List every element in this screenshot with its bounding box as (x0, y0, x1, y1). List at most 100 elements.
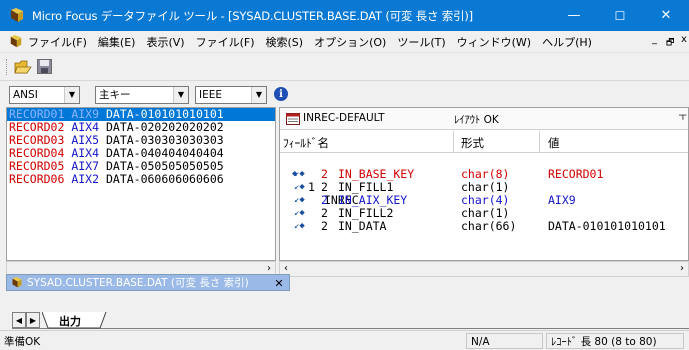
record-data: DATA-010101010101 (105, 107, 224, 121)
record-name: RECORD05 (9, 159, 65, 173)
mdi-restore-button[interactable]: 🗗 (666, 35, 674, 51)
app-icon (11, 7, 23, 22)
record-name: RECORD03 (9, 133, 65, 147)
col-field-name[interactable]: ﾌｨｰﾙﾄﾞ名 (283, 135, 329, 151)
scroll-right-icon[interactable]: › (680, 263, 684, 274)
status-ready: 準備OK (4, 336, 41, 348)
col-value[interactable]: 値 (548, 135, 560, 151)
tab-scroll-left-button[interactable]: ◀ (12, 312, 26, 328)
output-tab-strip: ◀ ▶ 出力 (12, 312, 689, 329)
record-row[interactable]: RECORD06 AIX2 DATA-060606060606 (7, 173, 275, 186)
menu-tools[interactable]: ツール(T) (397, 34, 445, 50)
menu-bar: ファイル(F) 編集(E) 表示(V) ファイル(F) 検索(S) オプション(… (0, 31, 689, 53)
float-format-select[interactable]: IEEE ▼ (195, 86, 267, 104)
document-close-button[interactable]: ✕ (272, 276, 286, 290)
field-node-icon: ↙◆ (294, 195, 305, 205)
layout-header: INREC-DEFAULT ﾚｲｱｳﾄ OK ⫟ (280, 108, 688, 130)
chevron-down-icon[interactable]: ▼ (64, 87, 79, 103)
maximize-icon: ☐ (614, 8, 626, 23)
field-node-icon: ↙◆ (294, 221, 305, 231)
field-node-icon: ↙◆ (294, 208, 305, 218)
menu-edit[interactable]: 編集(E) (98, 34, 136, 50)
key-value: 主キー (99, 89, 131, 101)
layout-status: ﾚｲｱｳﾄ OK (454, 114, 499, 126)
record-list[interactable]: RECORD01 AIX9 DATA-010101010101 RECORD02 … (6, 107, 276, 261)
status-record-length-text: ﾚｺｰﾄﾞ 長 80 (8 to 80) (551, 336, 657, 348)
field-level: 2 (321, 219, 328, 233)
record-name: RECORD06 (9, 172, 65, 186)
record-aix: AIX4 (71, 146, 100, 160)
field-value[interactable]: AIX9 (548, 194, 576, 207)
tab-output[interactable]: 出力 (59, 313, 81, 329)
layout-panel: INREC-DEFAULT ﾚｲｱｳﾄ OK ⫟ ﾌｨｰﾙﾄﾞ名 形式 値 ◆ … (279, 107, 689, 261)
mdi-minimize-button[interactable]: _ (652, 34, 657, 45)
splitter-handle[interactable]: ⫟ (679, 108, 687, 124)
record-aix: AIX2 (71, 172, 100, 186)
record-data: DATA-040404040404 (105, 146, 224, 160)
document-tab-label: SYSAD.CLUSTER.BASE.DAT (可変 長さ 索引) (27, 277, 249, 289)
record-name: RECORD04 (9, 146, 65, 160)
charset-value: ANSI (13, 89, 38, 101)
mdi-close-button[interactable]: x (681, 34, 687, 45)
record-aix: AIX7 (71, 159, 100, 173)
minimize-icon: — (567, 8, 581, 23)
chevron-down-icon[interactable]: ▼ (251, 87, 266, 103)
status-record-length: ﾚｺｰﾄﾞ 長 80 (8 to 80) (546, 333, 684, 349)
menu-view[interactable]: 表示(V) (146, 34, 184, 50)
status-bar: 準備OK N/A ﾚｺｰﾄﾞ 長 80 (8 to 80) (0, 330, 689, 350)
record-name: RECORD01 (9, 107, 65, 121)
layout-icon (286, 113, 300, 125)
scroll-left-icon[interactable]: ‹ (284, 263, 288, 274)
record-aix: AIX9 (71, 107, 100, 121)
layout-hscrollbar[interactable]: ‹ › (279, 261, 689, 277)
chevron-down-icon[interactable]: ▼ (173, 87, 188, 103)
record-name: RECORD02 (9, 120, 65, 134)
document-icon (12, 276, 22, 287)
mdi-doc-icon[interactable] (9, 34, 23, 49)
field-value[interactable]: RECORD01 (548, 168, 603, 181)
menu-search[interactable]: 検索(S) (266, 34, 304, 50)
col-format[interactable]: 形式 (461, 135, 484, 151)
menu-help[interactable]: ヘルプ(H) (542, 34, 592, 50)
field-name: IN_DATA (338, 219, 387, 233)
open-folder-icon[interactable] (14, 59, 32, 75)
close-icon: ✕ (660, 8, 672, 23)
menu-file[interactable]: ファイル(F) (28, 34, 87, 50)
close-button[interactable]: ✕ (643, 0, 689, 31)
layout-name: INREC-DEFAULT (303, 112, 385, 124)
status-na: N/A (466, 333, 543, 349)
key-select[interactable]: 主キー ▼ (95, 86, 189, 104)
charset-select[interactable]: ANSI ▼ (9, 86, 80, 104)
field-value[interactable]: DATA-010101010101 (548, 220, 666, 233)
window-title: Micro Focus データファイル ツール - [SYSAD.CLUSTER… (32, 8, 473, 23)
status-na-text: N/A (471, 336, 490, 348)
field-format: char(66) (461, 219, 517, 233)
record-data: DATA-050505050505 (105, 159, 224, 173)
menu-window[interactable]: ウィンドウ(W) (457, 34, 531, 50)
field-node-icon: ↙◆ (294, 169, 305, 179)
record-aix: AIX4 (71, 120, 100, 134)
title-bar: Micro Focus データファイル ツール - [SYSAD.CLUSTER… (0, 0, 689, 31)
record-data: DATA-060606060606 (105, 172, 224, 186)
minimize-button[interactable]: — (551, 0, 597, 31)
float-format-value: IEEE (199, 89, 222, 101)
tab-scroll-right-button[interactable]: ▶ (26, 312, 40, 328)
scroll-right-icon[interactable]: › (267, 263, 271, 274)
toolbar-grip[interactable] (6, 59, 8, 75)
menu-options[interactable]: オプション(O) (314, 34, 386, 50)
col-divider[interactable] (539, 131, 540, 153)
save-icon[interactable] (37, 59, 52, 74)
record-data: DATA-030303030303 (105, 133, 224, 147)
field-table-header: ﾌｨｰﾙﾄﾞ名 形式 値 (280, 131, 688, 153)
field-row[interactable]: ↙◆ 2 IN_DATA char(66) DATA-010101010101 (280, 219, 688, 233)
format-toolbar: ANSI ▼ 主キー ▼ IEEE ▼ i (0, 82, 689, 106)
info-icon[interactable]: i (274, 87, 288, 101)
document-tab[interactable]: SYSAD.CLUSTER.BASE.DAT (可変 長さ 索引) (6, 274, 290, 291)
menu-file-2[interactable]: ファイル(F) (196, 34, 255, 50)
maximize-button[interactable]: ☐ (597, 0, 643, 31)
record-aix: AIX5 (71, 133, 100, 147)
field-node-icon: ↙◆ (294, 182, 305, 192)
main-toolbar (0, 53, 689, 81)
close-icon: ✕ (274, 276, 284, 290)
col-divider[interactable] (453, 131, 454, 153)
